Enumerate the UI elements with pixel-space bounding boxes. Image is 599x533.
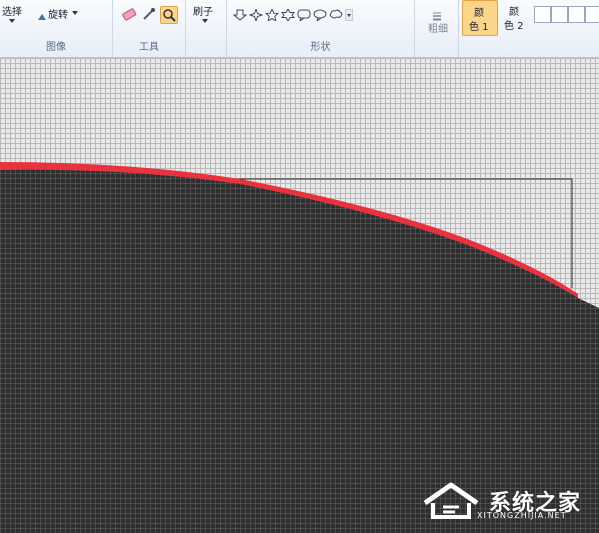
color1-label-bottom: 色 1: [469, 22, 489, 33]
shape-arrow-down-icon[interactable]: [232, 6, 248, 21]
shape-cloud-callout-icon[interactable]: [329, 6, 343, 19]
brush-dropdown-icon[interactable]: [202, 19, 208, 23]
brush-group: 刷子: [186, 0, 227, 57]
size-lines-icon: [433, 6, 441, 21]
rotate-button[interactable]: 旋转: [48, 6, 68, 21]
palette-swatch[interactable]: [534, 6, 551, 23]
shape-oval-callout-icon[interactable]: [313, 6, 327, 23]
shapes-group-label: 形状: [310, 42, 331, 53]
shape-rounded-callout-icon[interactable]: [297, 6, 311, 23]
color2-label-top: 颜: [509, 7, 519, 18]
paint-window: 选择 旋转 图像 工具 刷子 形状 粗细 颜 色 1 颜 色 2 系统之家 XI…: [0, 0, 599, 533]
size-button[interactable]: 粗细: [428, 20, 448, 35]
dark-filled-region: [0, 169, 599, 533]
color2-label-bottom: 色 2: [504, 21, 524, 32]
eraser-icon[interactable]: [121, 6, 137, 22]
rotate-icon: [37, 6, 47, 20]
canvas-drawing: [0, 162, 599, 533]
watermark-subtitle: XITONGZHIJIA.NET: [477, 511, 567, 520]
ribbon-toolbar: 选择 旋转 图像 工具 刷子 形状 粗细 颜 色 1 颜 色 2: [0, 0, 599, 58]
color2-button[interactable]: 颜 色 2: [498, 0, 532, 34]
house-logo-icon: [423, 482, 479, 519]
select-button[interactable]: 选择: [2, 3, 22, 18]
image-group: 选择 旋转 图像: [0, 0, 113, 57]
select-dropdown-icon[interactable]: [9, 19, 15, 23]
brush-button[interactable]: 刷子: [193, 3, 213, 18]
color1-button[interactable]: 颜 色 1: [462, 0, 498, 36]
size-group: 粗细: [415, 0, 459, 57]
watermark: 系统之家 XITONGZHIJIA.NET: [421, 481, 593, 523]
palette-swatch[interactable]: [551, 6, 568, 23]
shape-star6-icon[interactable]: [280, 6, 296, 23]
shapes-group: 形状: [227, 0, 415, 57]
shape-star4-icon[interactable]: [248, 6, 264, 23]
rotate-dropdown-icon[interactable]: [72, 11, 78, 15]
palette-swatch[interactable]: [585, 6, 599, 23]
magnifier-icon[interactable]: [160, 6, 178, 24]
tools-group-label: 工具: [139, 42, 159, 53]
shape-star5-icon[interactable]: [264, 6, 280, 23]
color-picker-icon[interactable]: [141, 6, 157, 22]
zoomed-canvas[interactable]: 系统之家 XITONGZHIJIA.NET: [0, 58, 599, 533]
color1-label-top: 颜: [474, 8, 484, 19]
palette-swatch[interactable]: [568, 6, 585, 23]
shapes-scroll-icon[interactable]: [344, 6, 354, 22]
tools-group: 工具: [113, 0, 186, 57]
image-group-label: 图像: [46, 42, 66, 53]
